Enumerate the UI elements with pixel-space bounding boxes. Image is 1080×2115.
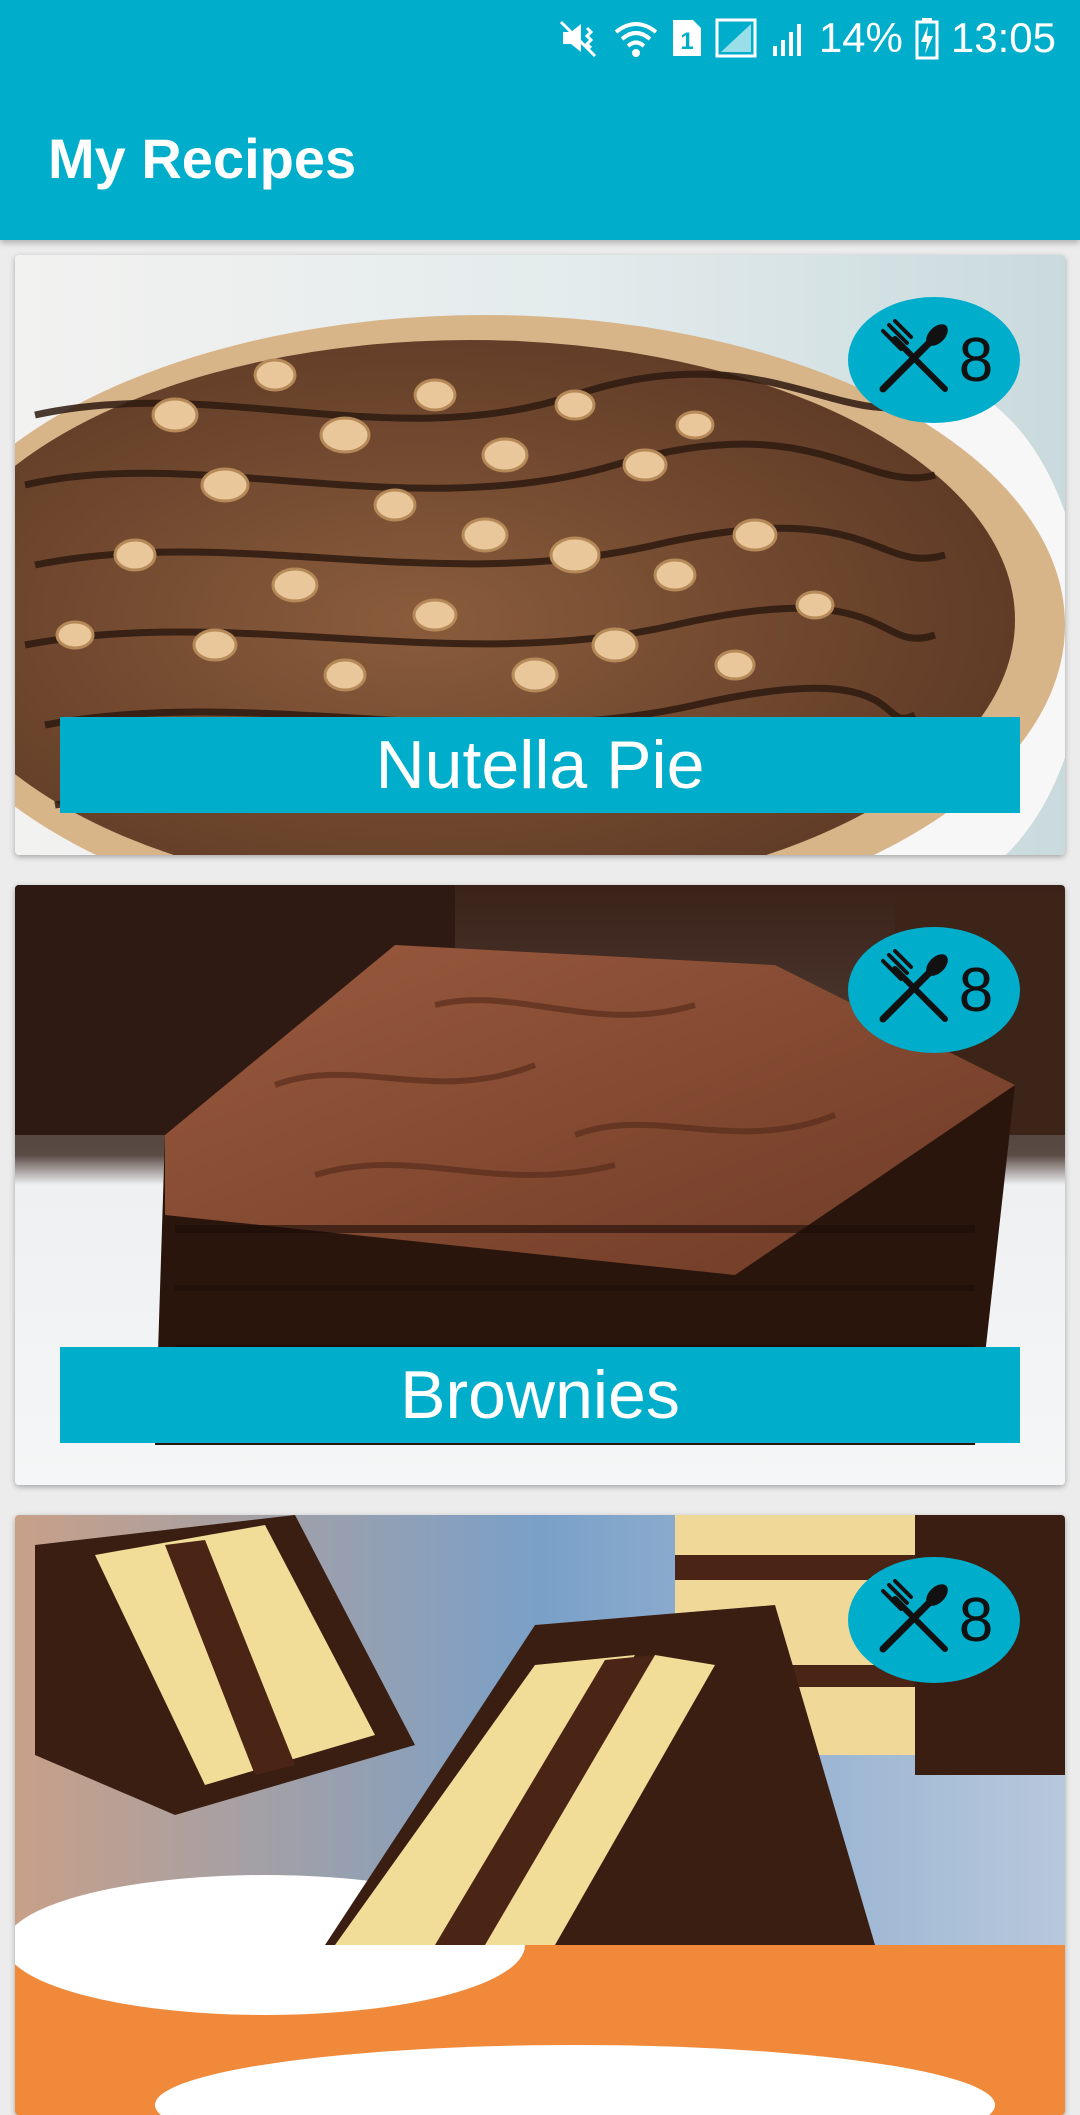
recipe-name: Nutella Pie bbox=[375, 727, 705, 803]
status-bar: 1 14% 13:05 bbox=[557, 10, 1056, 66]
servings-badge: 8 bbox=[848, 1557, 1020, 1683]
page-title: My Recipes bbox=[48, 127, 357, 190]
signal-icon bbox=[715, 16, 759, 60]
servings-count: 8 bbox=[958, 955, 994, 1025]
recipe-name-banner: Brownies bbox=[60, 1347, 1020, 1443]
utensils-icon bbox=[875, 318, 953, 402]
servings-count: 8 bbox=[958, 325, 994, 395]
recipe-card-brownies[interactable]: 8 Brownies bbox=[15, 885, 1065, 1485]
battery-percent: 14% bbox=[818, 14, 903, 61]
servings-badge: 8 bbox=[848, 297, 1020, 423]
recipe-name: Brownies bbox=[400, 1357, 680, 1433]
utensils-icon bbox=[875, 948, 953, 1032]
servings-badge: 8 bbox=[848, 927, 1020, 1053]
clock: 13:05 bbox=[950, 14, 1056, 61]
servings-count: 8 bbox=[958, 1585, 994, 1655]
roaming-signal-icon bbox=[771, 16, 807, 60]
sim-1-icon: 1 bbox=[671, 18, 703, 58]
mute-vibrate-icon bbox=[557, 16, 601, 60]
recipe-card-yellow-cake[interactable]: 8 bbox=[15, 1515, 1065, 2115]
svg-text:1: 1 bbox=[680, 28, 693, 55]
utensils-icon bbox=[875, 1578, 953, 1662]
wifi-icon bbox=[613, 16, 659, 60]
app-bar: 1 14% 13:05 My Recipes bbox=[0, 0, 1080, 240]
battery-charging-icon bbox=[915, 16, 939, 60]
recipe-card-nutella-pie[interactable]: 8 Nutella Pie bbox=[15, 255, 1065, 855]
recipe-name-banner: Nutella Pie bbox=[60, 717, 1020, 813]
